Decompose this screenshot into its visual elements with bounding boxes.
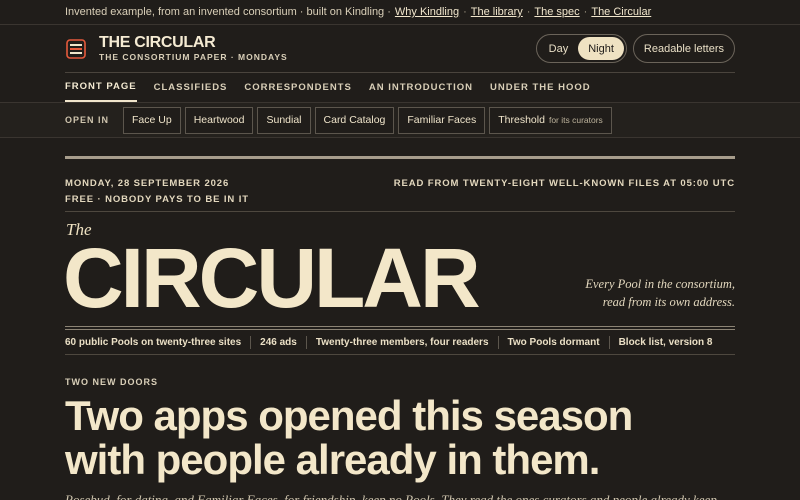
open-in-familiar-faces[interactable]: Familiar Faces bbox=[398, 106, 486, 134]
section-nav: FRONT PAGE CLASSIFIEDS CORRESPONDENTS AN… bbox=[65, 73, 735, 102]
nameplate-title: CIRCULAR bbox=[63, 231, 481, 325]
open-in-card-catalog[interactable]: Card Catalog bbox=[314, 106, 395, 134]
dateline: MONDAY, 28 SEPTEMBER 2026 READ FROM TWEN… bbox=[65, 178, 735, 189]
nav-an-introduction[interactable]: AN INTRODUCTION bbox=[369, 73, 473, 102]
readable-letters-button[interactable]: Readable letters bbox=[632, 34, 735, 63]
link-why-kindling[interactable]: Why Kindling bbox=[395, 6, 459, 18]
open-in-face-up[interactable]: Face Up bbox=[123, 106, 181, 134]
open-in-threshold[interactable]: Threshold for its curators bbox=[489, 106, 612, 134]
issue-date: MONDAY, 28 SEPTEMBER 2026 bbox=[65, 178, 230, 189]
nameplate-tagline: Every Pool in the consortium, read from … bbox=[585, 277, 735, 309]
nav-front-page[interactable]: FRONT PAGE bbox=[65, 73, 137, 102]
open-in-label: OPEN IN bbox=[65, 115, 110, 125]
top-rule bbox=[65, 156, 735, 159]
threshold-note: for its curators bbox=[548, 115, 603, 125]
brand[interactable]: THE CIRCULAR THE CONSORTIUM PAPER · MOND… bbox=[99, 34, 288, 63]
link-the-library[interactable]: The library bbox=[471, 6, 523, 18]
brand-title: THE CIRCULAR bbox=[99, 34, 216, 51]
story-headline[interactable]: Two apps opened this season with people … bbox=[65, 394, 735, 482]
open-in-sundial[interactable]: Sundial bbox=[257, 106, 311, 134]
price-line: FREE · NOBODY PAYS TO BE IN IT bbox=[65, 194, 249, 205]
story-kicker: TWO NEW DOORS bbox=[65, 377, 158, 387]
masthead: THE CIRCULAR THE CONSORTIUM PAPER · MOND… bbox=[65, 25, 735, 73]
nav-classifieds[interactable]: CLASSIFIEDS bbox=[154, 73, 228, 102]
stat-members: Twenty-three members, four readers bbox=[305, 335, 498, 349]
stacked-pages-logo-icon[interactable] bbox=[65, 38, 87, 60]
link-the-spec[interactable]: The spec bbox=[534, 6, 579, 18]
theme-night-option[interactable]: Night bbox=[578, 37, 624, 60]
stats-bar: 60 public Pools on twenty-three sites 24… bbox=[65, 330, 735, 355]
theme-day-option[interactable]: Day bbox=[539, 37, 579, 60]
link-the-circular[interactable]: The Circular bbox=[591, 6, 651, 18]
stat-pools: 60 public Pools on twenty-three sites bbox=[65, 336, 242, 348]
intro-text: Invented example, from an invented conso… bbox=[65, 6, 391, 18]
nav-correspondents[interactable]: CORRESPONDENTS bbox=[244, 73, 351, 102]
read-from-note: READ FROM TWENTY-EIGHT WELL-KNOWN FILES … bbox=[393, 178, 735, 189]
nameplate: The CIRCULAR Every Pool in the consortiu… bbox=[63, 212, 735, 326]
front-page: MONDAY, 28 SEPTEMBER 2026 READ FROM TWEN… bbox=[63, 156, 735, 500]
open-in-heartwood[interactable]: Heartwood bbox=[184, 106, 254, 134]
stat-dormant: Two Pools dormant bbox=[497, 335, 609, 349]
open-in-bar: OPEN IN Face Up Heartwood Sundial Card C… bbox=[0, 102, 800, 138]
top-info-strip: Invented example, from an invented conso… bbox=[0, 0, 800, 25]
stat-block-list: Block list, version 8 bbox=[608, 335, 722, 349]
story-deck: Rosebud, for dating, and Familiar Faces,… bbox=[65, 492, 721, 500]
stat-ads: 246 ads bbox=[250, 335, 306, 349]
brand-subtitle: THE CONSORTIUM PAPER · MONDAYS bbox=[99, 52, 288, 62]
nav-under-the-hood[interactable]: UNDER THE HOOD bbox=[490, 73, 591, 102]
theme-toggle: Day Night bbox=[535, 34, 627, 63]
